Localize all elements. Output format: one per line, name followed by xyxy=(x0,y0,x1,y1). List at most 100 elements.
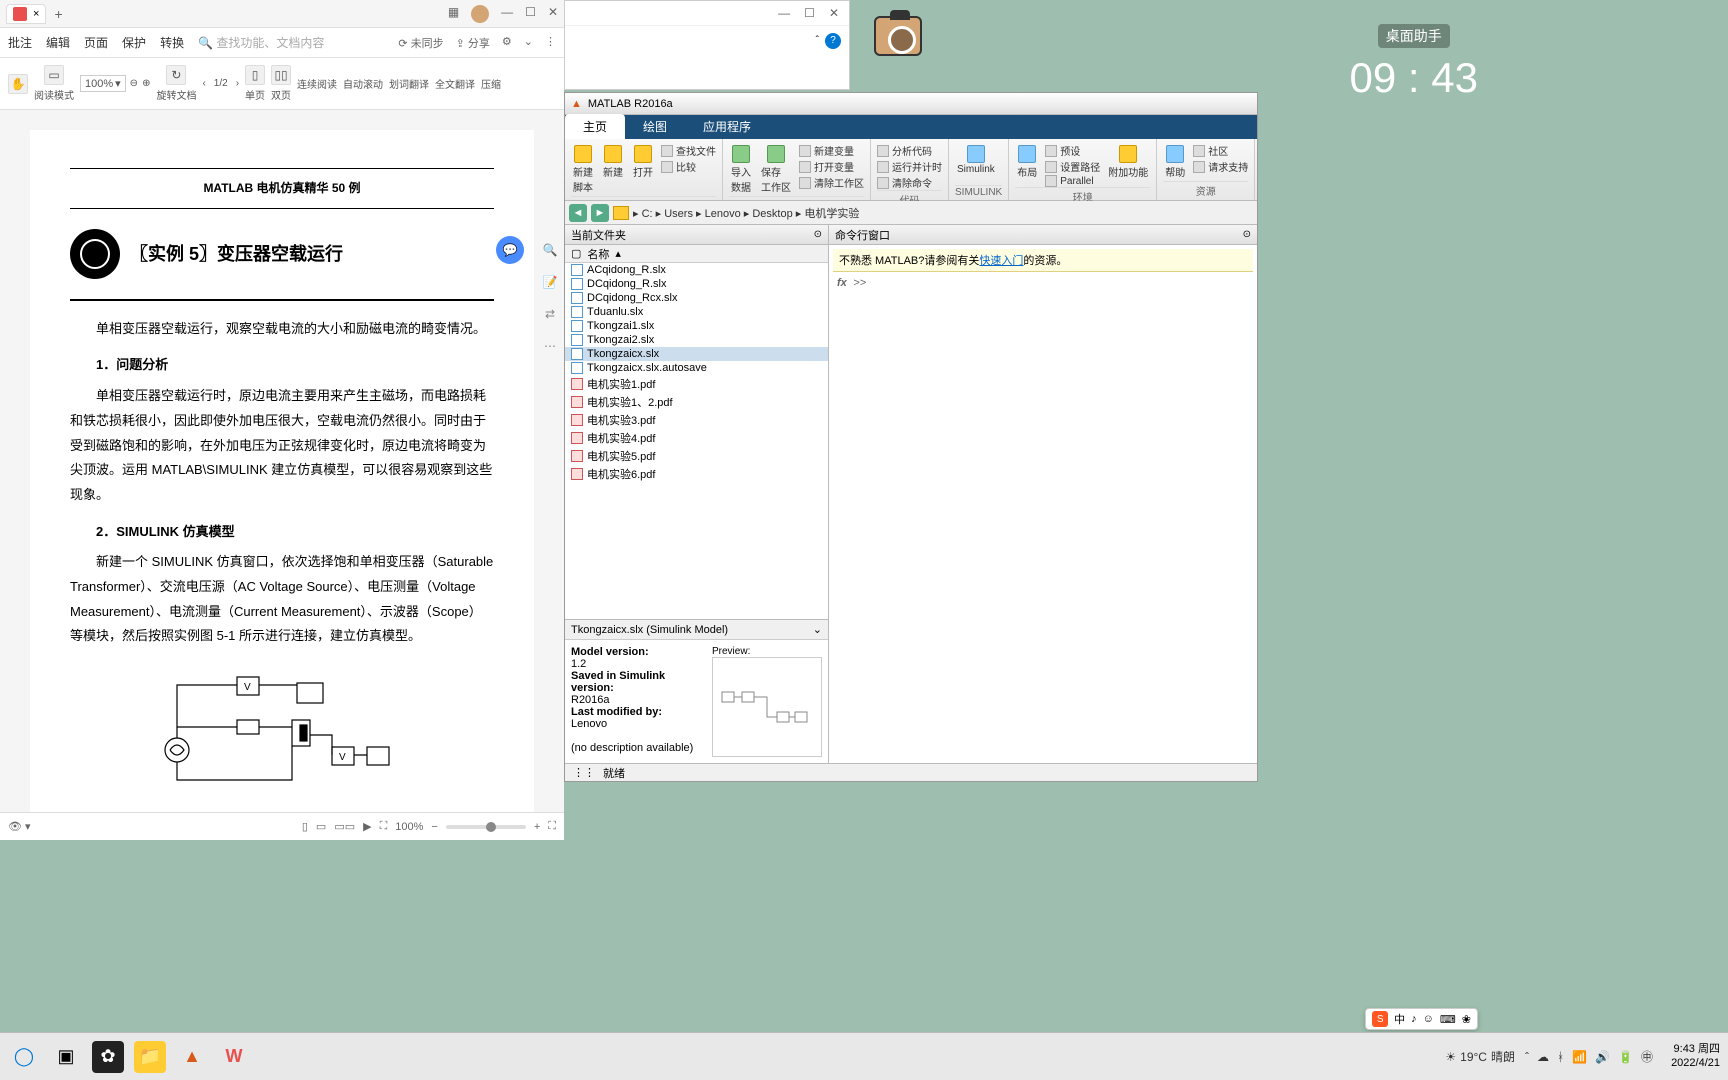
zoom-slider[interactable] xyxy=(446,825,526,829)
menu-page[interactable]: 页面 xyxy=(84,34,108,51)
full-trans-label[interactable]: 全文翻译 xyxy=(435,76,475,91)
close-icon[interactable]: ✕ xyxy=(548,5,558,23)
file-item[interactable]: 电机实验1、2.pdf xyxy=(565,393,828,411)
ime-lang[interactable]: 中 xyxy=(1394,1011,1405,1027)
taskbar-clock[interactable]: 9:43 周四 2022/4/21 xyxy=(1671,1043,1720,1069)
tray-onedrive-icon[interactable]: ☁ xyxy=(1537,1050,1549,1064)
support-button[interactable]: 请求支持 xyxy=(1193,159,1248,174)
fx-icon[interactable]: fx xyxy=(837,277,847,289)
app-icon-1[interactable]: ✿ xyxy=(92,1041,124,1073)
fullscreen-icon[interactable]: ⛶ xyxy=(548,820,556,833)
setpath-button[interactable]: 设置路径 xyxy=(1045,159,1100,174)
forward-icon[interactable]: ► xyxy=(591,204,609,222)
file-item[interactable]: 电机实验6.pdf xyxy=(565,465,828,483)
share-button[interactable]: ⇪ 分享 xyxy=(456,35,490,51)
clear-cmd-button[interactable]: 清除命令 xyxy=(877,175,942,190)
chevron-down-icon[interactable]: ⌄ xyxy=(524,35,533,51)
tab-plots[interactable]: 绘图 xyxy=(625,114,685,139)
menu-protect[interactable]: 保护 xyxy=(122,34,146,51)
document-viewport[interactable]: 💬 🔍 📝 ⇄ ⋯ MATLAB 电机仿真精华 50 例 〖实例 5〗变压器空载… xyxy=(0,110,564,812)
command-window[interactable]: 不熟悉 MATLAB?请参阅有关快速入门的资源。 fx >> xyxy=(829,245,1257,763)
grid-icon[interactable]: ▦ xyxy=(448,5,459,23)
clear-ws-button[interactable]: 清除工作区 xyxy=(799,175,864,190)
open-button[interactable]: 打开 xyxy=(631,143,655,181)
file-item[interactable]: DCqidong_R.slx xyxy=(565,277,828,291)
next-page-icon[interactable]: › xyxy=(236,78,239,89)
import-button[interactable]: 导入 数据 xyxy=(729,143,753,196)
chevron-down-icon[interactable]: ⌄ xyxy=(813,623,822,636)
file-item[interactable]: Tkongzai2.slx xyxy=(565,333,828,347)
double-page-icon[interactable]: ▯▯ xyxy=(271,65,291,85)
status-icon[interactable]: 👁 ▾ xyxy=(8,820,31,833)
parallel-button[interactable]: Parallel xyxy=(1045,175,1100,187)
zoom-select[interactable]: 100% ▾ xyxy=(80,75,126,92)
view-mode-icon[interactable]: ▯ xyxy=(302,820,308,833)
ime-punct-icon[interactable]: ♪ xyxy=(1411,1013,1417,1025)
quickstart-link[interactable]: 快速入门 xyxy=(979,255,1023,267)
file-item[interactable]: 电机实验1.pdf xyxy=(565,375,828,393)
expand-icon[interactable]: ⊙ xyxy=(1243,229,1251,240)
note-icon[interactable]: 📝 xyxy=(540,272,560,292)
file-list[interactable]: ACqidong_R.slxDCqidong_R.slxDCqidong_Rcx… xyxy=(565,263,828,619)
compress-label[interactable]: 压缩 xyxy=(481,76,501,91)
close-tab-icon[interactable]: × xyxy=(33,8,39,20)
matlab-taskbar-icon[interactable]: ▲ xyxy=(176,1041,208,1073)
maximize-icon[interactable]: ☐ xyxy=(804,6,815,20)
resize-grip-icon[interactable]: ⋮⋮ xyxy=(573,766,595,779)
simulink-button[interactable]: Simulink xyxy=(955,143,997,177)
file-item[interactable]: Tkongzaicx.slx.autosave xyxy=(565,361,828,375)
zoom-out-icon[interactable]: ⊖ xyxy=(130,78,138,89)
file-item[interactable]: 电机实验4.pdf xyxy=(565,429,828,447)
community-button[interactable]: 社区 xyxy=(1193,143,1248,158)
sync-button[interactable]: ⟳ 未同步 xyxy=(398,35,443,51)
continuous-label[interactable]: 连续阅读 xyxy=(297,76,337,91)
ime-skin-icon[interactable]: ❀ xyxy=(1462,1013,1471,1026)
rotate-icon[interactable]: ↻ xyxy=(166,65,186,85)
assistant-label[interactable]: 桌面助手 xyxy=(1378,24,1450,48)
more-icon[interactable]: ⋮ xyxy=(545,35,556,51)
help-icon[interactable]: ? xyxy=(825,33,841,49)
start-button[interactable]: ◯ xyxy=(8,1041,40,1073)
search-icon[interactable]: 🔍 xyxy=(540,240,560,260)
maximize-icon[interactable]: ☐ xyxy=(525,5,536,23)
file-item[interactable]: Tduanlu.slx xyxy=(565,305,828,319)
close-icon[interactable]: ✕ xyxy=(829,6,839,20)
tray-wifi-icon[interactable]: 📶 xyxy=(1572,1050,1587,1064)
new-script-button[interactable]: 新建 脚本 xyxy=(571,143,595,196)
weather-widget[interactable]: ☀ 19°C 晴朗 xyxy=(1445,1048,1515,1065)
ime-toolbar[interactable]: S 中 ♪ ☺ ⌨ ❀ xyxy=(1365,1008,1478,1030)
expand-icon[interactable]: ⊙ xyxy=(814,229,822,240)
file-item[interactable]: ACqidong_R.slx xyxy=(565,263,828,277)
zoom-plus-icon[interactable]: + xyxy=(534,821,540,833)
convert-icon[interactable]: ⇄ xyxy=(540,304,560,324)
new-button[interactable]: 新建 xyxy=(601,143,625,181)
play-icon[interactable]: ▶ xyxy=(363,820,371,833)
tray-battery-icon[interactable]: 🔋 xyxy=(1618,1050,1633,1064)
help-button[interactable]: 帮助 xyxy=(1163,143,1187,181)
crop-icon[interactable]: ⛶ xyxy=(380,820,388,833)
page-indicator[interactable]: 1/2 xyxy=(214,78,228,89)
save-ws-button[interactable]: 保存 工作区 xyxy=(759,143,793,196)
tray-up-icon[interactable]: ˆ xyxy=(1525,1050,1529,1064)
name-column[interactable]: 名称 xyxy=(587,246,609,262)
chat-icon[interactable]: 💬 xyxy=(496,236,524,264)
view-mode3-icon[interactable]: ▭▭ xyxy=(334,820,355,833)
file-item[interactable]: Tkongzai1.slx xyxy=(565,319,828,333)
analyze-button[interactable]: 分析代码 xyxy=(877,143,942,158)
document-tab[interactable]: × xyxy=(6,4,46,24)
search-input[interactable]: 🔍 查找功能、文档内容 xyxy=(198,34,384,51)
file-item[interactable]: Tkongzaicx.slx xyxy=(565,347,828,361)
addons-button[interactable]: 附加功能 xyxy=(1106,143,1150,181)
find-files-button[interactable]: 查找文件 xyxy=(661,143,716,158)
menu-convert[interactable]: 转换 xyxy=(160,34,184,51)
tab-apps[interactable]: 应用程序 xyxy=(685,114,769,139)
file-item[interactable]: DCqidong_Rcx.slx xyxy=(565,291,828,305)
tray-ime-icon[interactable]: ㊥ xyxy=(1641,1048,1653,1065)
folder-col-icon[interactable]: ▢ xyxy=(571,247,581,260)
prefs-button[interactable]: 预设 xyxy=(1045,143,1100,158)
tray-volume-icon[interactable]: 🔊 xyxy=(1595,1050,1610,1064)
zoom-minus-icon[interactable]: − xyxy=(431,821,437,833)
runtime-button[interactable]: 运行并计时 xyxy=(877,159,942,174)
book-icon[interactable]: ▭ xyxy=(44,65,64,85)
file-item[interactable]: 电机实验5.pdf xyxy=(565,447,828,465)
